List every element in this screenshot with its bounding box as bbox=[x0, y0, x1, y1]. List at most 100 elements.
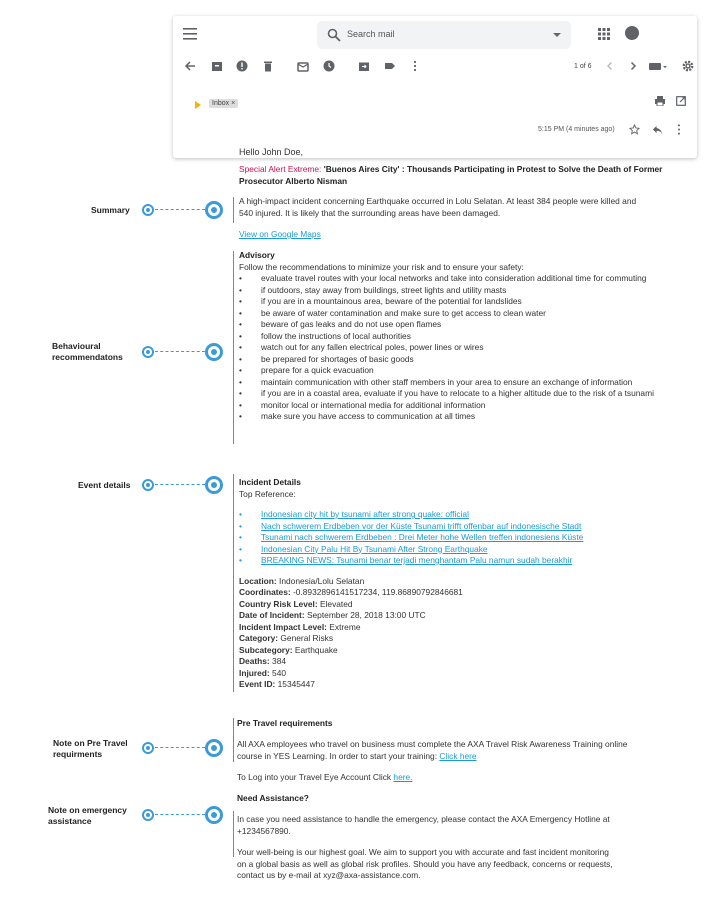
print-icon[interactable] bbox=[655, 96, 665, 106]
detail-value: -0.8932896141517234, 119.86890792846681 bbox=[292, 587, 463, 597]
inbox-label-chip[interactable]: Inbox × bbox=[209, 99, 239, 108]
detail-row: Subcategory: Earthquake bbox=[239, 645, 669, 657]
detail-row: Event ID: 15345447 bbox=[239, 679, 669, 691]
delete-icon[interactable] bbox=[262, 60, 274, 72]
detail-value: General Risks bbox=[280, 633, 334, 643]
back-icon[interactable] bbox=[184, 60, 196, 72]
annotation-dot-icon bbox=[142, 809, 154, 821]
new-window-icon[interactable] bbox=[676, 96, 686, 106]
reference-link[interactable]: Indonesian City Palu Hit By Tsunami Afte… bbox=[239, 544, 669, 556]
detail-value: September 28, 2018 13:00 UTC bbox=[306, 610, 426, 620]
list-item: evaluate travel routes with your local n… bbox=[239, 273, 679, 285]
detail-value: 15345447 bbox=[277, 679, 315, 689]
pretravel-body: All AXA employees who travel on business… bbox=[237, 739, 628, 761]
travel-eye-text: To Log into your Travel Eye Account Clic… bbox=[237, 772, 652, 784]
pager-text: 1 of 6 bbox=[574, 63, 592, 70]
list-item: if you are in a coastal area, evaluate i… bbox=[239, 388, 679, 400]
detail-row: Date of Incident: September 28, 2018 13:… bbox=[239, 610, 669, 622]
reply-icon[interactable] bbox=[652, 124, 663, 135]
snooze-icon[interactable] bbox=[323, 60, 335, 72]
move-icon[interactable] bbox=[358, 60, 370, 72]
incident-details-list: Location: Indonesia/Lolu Selatan Coordin… bbox=[239, 576, 669, 691]
annotation-dot-icon bbox=[142, 479, 154, 491]
wellbeing-text: Your well-being is our highest goal. We … bbox=[237, 847, 613, 880]
annotation-dot-icon bbox=[142, 346, 154, 358]
reference-link[interactable]: Indonesian city hit by tsunami after str… bbox=[239, 509, 669, 521]
detail-label: Category: bbox=[239, 633, 279, 643]
notifications-icon[interactable] bbox=[625, 26, 639, 40]
message-more-icon[interactable] bbox=[677, 124, 681, 135]
advisory-intro: Follow the recommendations to minimize y… bbox=[239, 261, 524, 272]
detail-value: 384 bbox=[272, 656, 287, 666]
label-icon[interactable] bbox=[384, 60, 396, 72]
annotation-dot-icon bbox=[142, 742, 154, 754]
annotation-node-icon bbox=[205, 806, 223, 824]
detail-row: Injured: 540 bbox=[239, 668, 669, 680]
detail-row: Category: General Risks bbox=[239, 633, 669, 645]
settings-icon[interactable] bbox=[682, 60, 694, 72]
search-placeholder: Search mail bbox=[347, 29, 395, 39]
list-item: if you are in a mountainous area, beware… bbox=[239, 296, 679, 308]
detail-label: Location: bbox=[239, 575, 277, 586]
detail-label: Date of Incident: bbox=[239, 610, 305, 620]
pretravel-title: Pre Travel requirements bbox=[237, 718, 333, 728]
annotation-connector bbox=[155, 814, 205, 815]
annotation-node-icon bbox=[205, 476, 223, 494]
annotation-node-icon bbox=[205, 201, 223, 219]
archive-icon[interactable] bbox=[211, 60, 223, 72]
annotation-dot-icon bbox=[142, 204, 154, 216]
message-header: Inbox × 5:15 PM (4 minutes ago) Hello Jo… bbox=[173, 94, 697, 157]
detail-row: Location: Indonesia/Lolu Selatan bbox=[239, 576, 669, 588]
detail-row: Deaths: 384 bbox=[239, 656, 669, 668]
list-item: be aware of water contamination and make… bbox=[239, 308, 679, 320]
next-icon[interactable] bbox=[627, 60, 639, 72]
spam-icon[interactable] bbox=[236, 60, 248, 72]
reference-link[interactable]: Tsunami nach schwerem Erdbeben : Drei Me… bbox=[239, 532, 669, 544]
detail-value: Extreme bbox=[329, 621, 361, 632]
chevron-down-icon[interactable] bbox=[553, 33, 561, 37]
reference-link[interactable]: Nach schwerem Erdbeben vor der Küste Tsu… bbox=[239, 521, 669, 533]
detail-row: Country Risk Level: Elevated bbox=[239, 599, 669, 611]
list-item: monitor local or international media for… bbox=[239, 400, 679, 412]
summary-text: A high-impact incident concerning Earthq… bbox=[239, 196, 637, 218]
assistance-bar bbox=[233, 811, 234, 857]
detail-label: Deaths: bbox=[239, 656, 270, 666]
search-input[interactable]: Search mail bbox=[317, 21, 571, 49]
mark-unread-icon[interactable] bbox=[297, 60, 309, 72]
detail-label: Subcategory: bbox=[239, 644, 293, 655]
travel-eye-link[interactable]: here. bbox=[393, 772, 412, 782]
annotation-connector bbox=[155, 747, 205, 748]
advisory-list: evaluate travel routes with your local n… bbox=[239, 273, 679, 423]
annotation-connector bbox=[155, 484, 205, 485]
detail-value: Earthquake bbox=[294, 644, 338, 655]
top-reference-label: Top Reference: bbox=[239, 488, 296, 499]
annotation-emergency-label: Note on emergency assistance bbox=[48, 805, 127, 826]
importance-marker-icon[interactable] bbox=[195, 101, 201, 109]
annotation-connector bbox=[155, 209, 205, 210]
menu-icon[interactable] bbox=[183, 28, 197, 40]
annotation-node-icon bbox=[205, 739, 223, 757]
keyboard-icon[interactable] bbox=[649, 60, 669, 72]
search-icon[interactable] bbox=[327, 28, 341, 42]
summary-bar bbox=[233, 197, 234, 223]
greeting: Hello John Doe, bbox=[239, 147, 304, 157]
travel-eye-body: To Log into your Travel Eye Account Clic… bbox=[237, 772, 394, 782]
training-link[interactable]: Click here bbox=[439, 751, 476, 761]
prev-icon[interactable] bbox=[604, 60, 616, 72]
list-item: make sure you have access to communicati… bbox=[239, 411, 679, 423]
advisory-section: Advisory Follow the recommendations to m… bbox=[239, 250, 679, 423]
detail-label: Event ID: bbox=[239, 679, 276, 689]
pretravel-text: All AXA employees who travel on business… bbox=[237, 739, 652, 762]
reference-list: Indonesian city hit by tsunami after str… bbox=[239, 509, 669, 567]
star-icon[interactable] bbox=[629, 124, 640, 135]
incident-bar bbox=[233, 474, 234, 692]
list-item: watch out for any fallen electrical pole… bbox=[239, 342, 679, 354]
google-maps-link[interactable]: View on Google Maps bbox=[239, 229, 321, 241]
more-icon[interactable] bbox=[409, 60, 421, 72]
incident-title: Incident Details bbox=[239, 477, 301, 487]
gmail-window: Search mail 1 of 6 Inbox × 5:15 PM (4 mi… bbox=[173, 16, 697, 158]
reference-link[interactable]: BREAKING NEWS: Tsunami benar terjadi men… bbox=[239, 555, 669, 567]
detail-value: 540 bbox=[272, 667, 287, 678]
toolbar: 1 of 6 bbox=[173, 56, 697, 78]
apps-icon[interactable] bbox=[598, 28, 610, 40]
